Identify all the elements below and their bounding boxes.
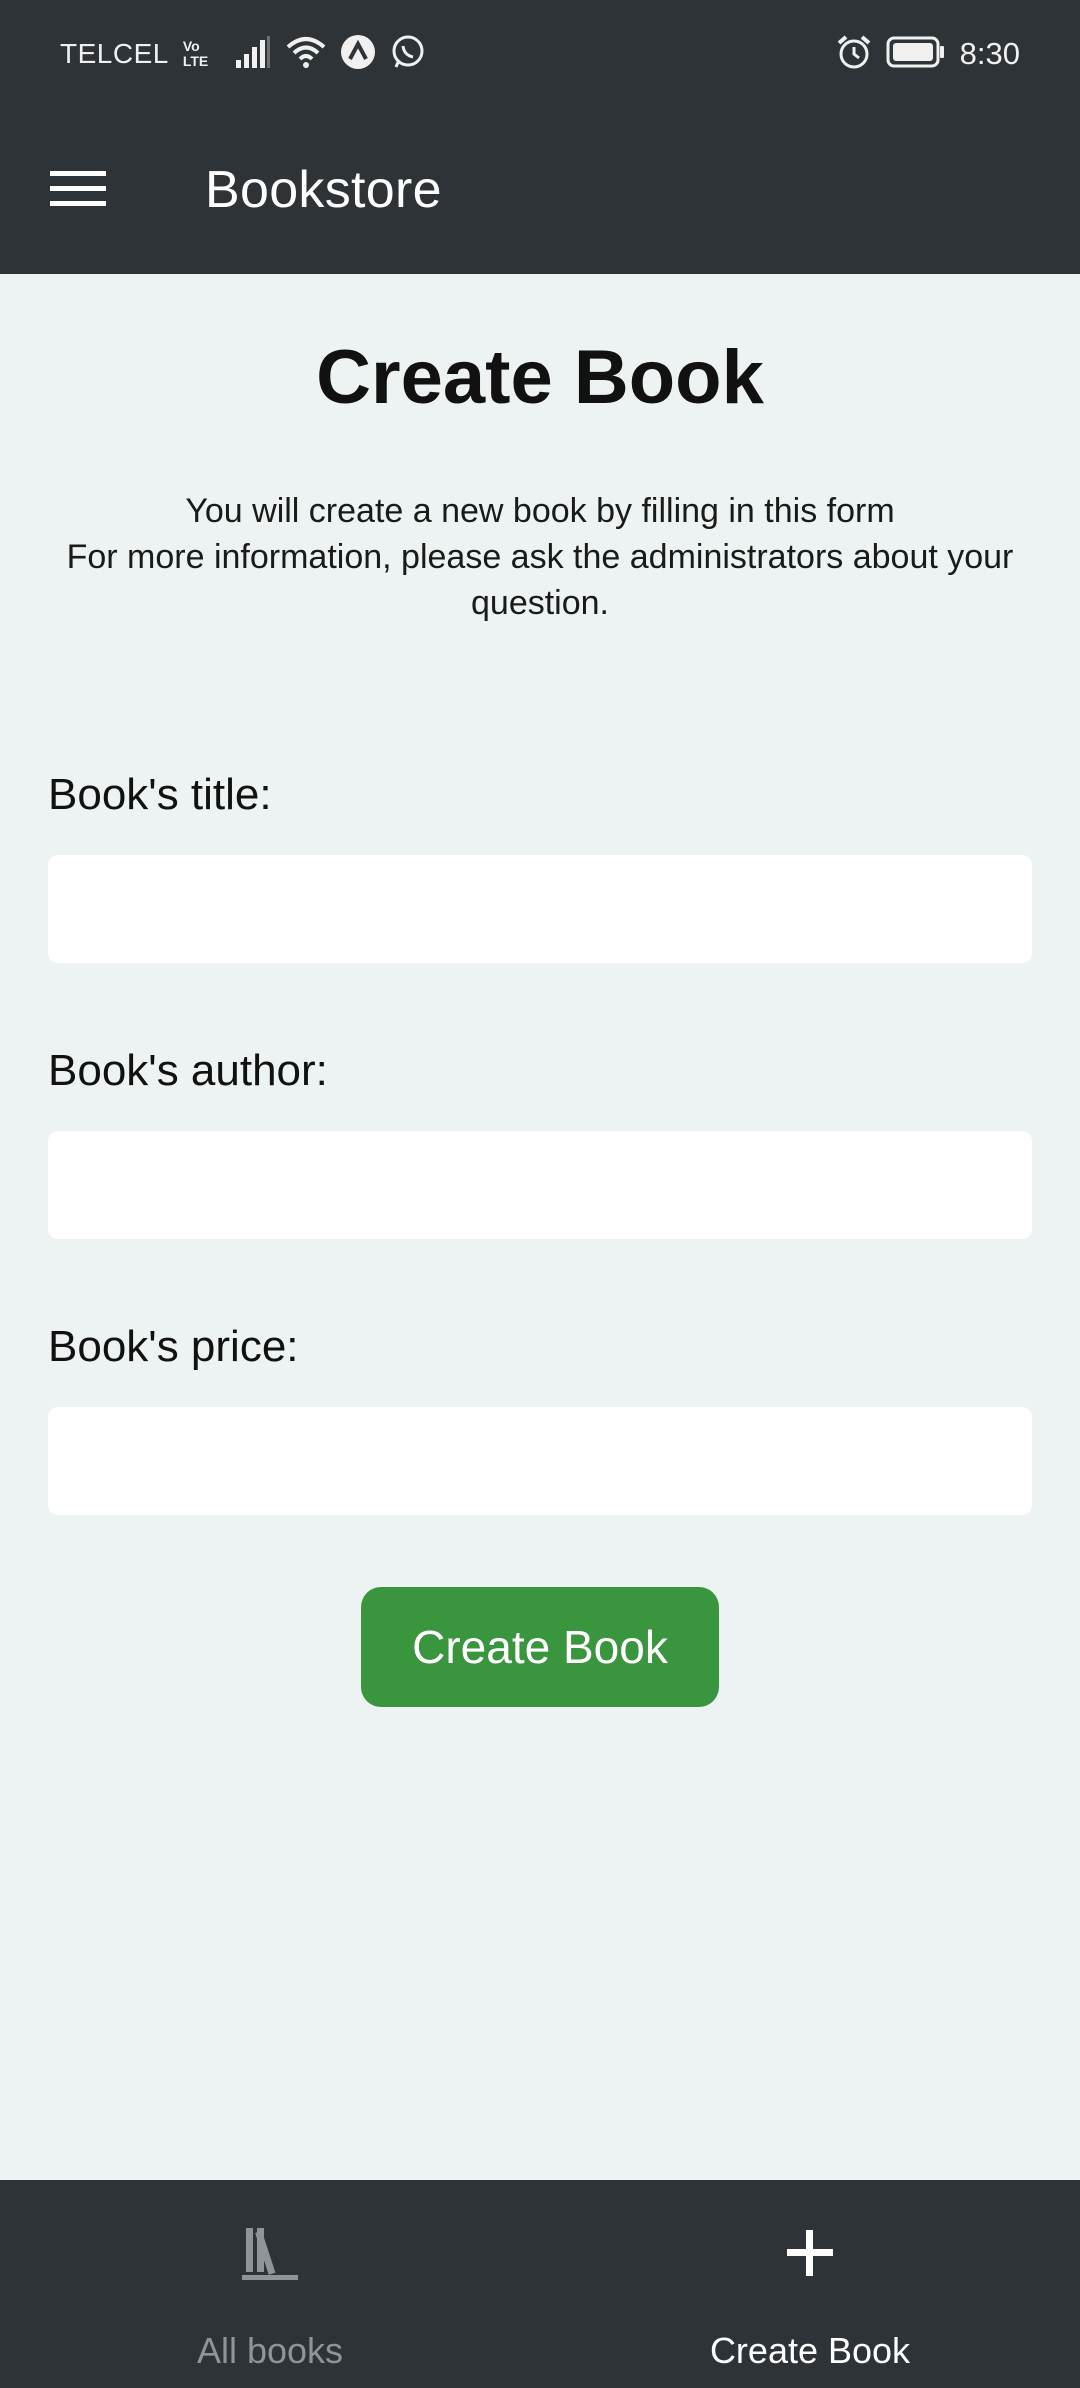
intro-line-1: You will create a new book by filling in… bbox=[185, 492, 895, 530]
author-input[interactable] bbox=[48, 1131, 1032, 1239]
volte-top: Vo bbox=[182, 38, 200, 54]
author-label: Book's author: bbox=[48, 1046, 328, 1095]
wifi-icon bbox=[286, 35, 326, 74]
volte-bottom: LTE bbox=[182, 53, 209, 69]
intro-line-2: For more information, please ask the adm… bbox=[66, 538, 1014, 622]
plus-icon bbox=[540, 2218, 1080, 2288]
price-input[interactable] bbox=[48, 1407, 1032, 1515]
nav-item-all-books[interactable]: All books bbox=[0, 2180, 540, 2388]
books-icon bbox=[0, 2218, 540, 2288]
intro-text: You will create a new book by filling in… bbox=[40, 488, 1040, 626]
status-bar-left: TELCEL Vo LTE bbox=[60, 34, 426, 74]
hamburger-menu-icon bbox=[50, 169, 106, 214]
price-label: Book's price: bbox=[48, 1322, 299, 1371]
title-input[interactable] bbox=[48, 855, 1032, 963]
create-book-form: Create Book You will create a new book b… bbox=[0, 274, 1080, 2180]
whatsapp-icon bbox=[390, 34, 426, 75]
title-label: Book's title: bbox=[48, 770, 272, 819]
nav-label-all-books: All books bbox=[196, 2330, 344, 2371]
bottom-navigation: All books Create Book bbox=[0, 2180, 1080, 2388]
status-bar: TELCEL Vo LTE 8:30 bbox=[0, 0, 1080, 108]
create-book-button[interactable]: Create Book bbox=[361, 1587, 719, 1707]
status-time: 8:30 bbox=[959, 36, 1020, 71]
page-title: Create Book bbox=[316, 335, 764, 420]
app-bar: Bookstore bbox=[0, 108, 1080, 274]
alarm-icon bbox=[836, 34, 872, 75]
app-title: Bookstore bbox=[205, 161, 442, 219]
battery-icon bbox=[886, 36, 946, 73]
carrier-name: TELCEL bbox=[60, 38, 169, 69]
nav-label-create-book: Create Book bbox=[709, 2330, 911, 2371]
nav-item-create-book[interactable]: Create Book bbox=[540, 2180, 1080, 2388]
signal-icon bbox=[236, 35, 272, 73]
status-bar-right: 8:30 bbox=[836, 34, 1020, 74]
app-notification-icon bbox=[340, 34, 376, 75]
menu-button[interactable] bbox=[40, 158, 116, 224]
volte-indicator: Vo LTE bbox=[183, 39, 208, 69]
